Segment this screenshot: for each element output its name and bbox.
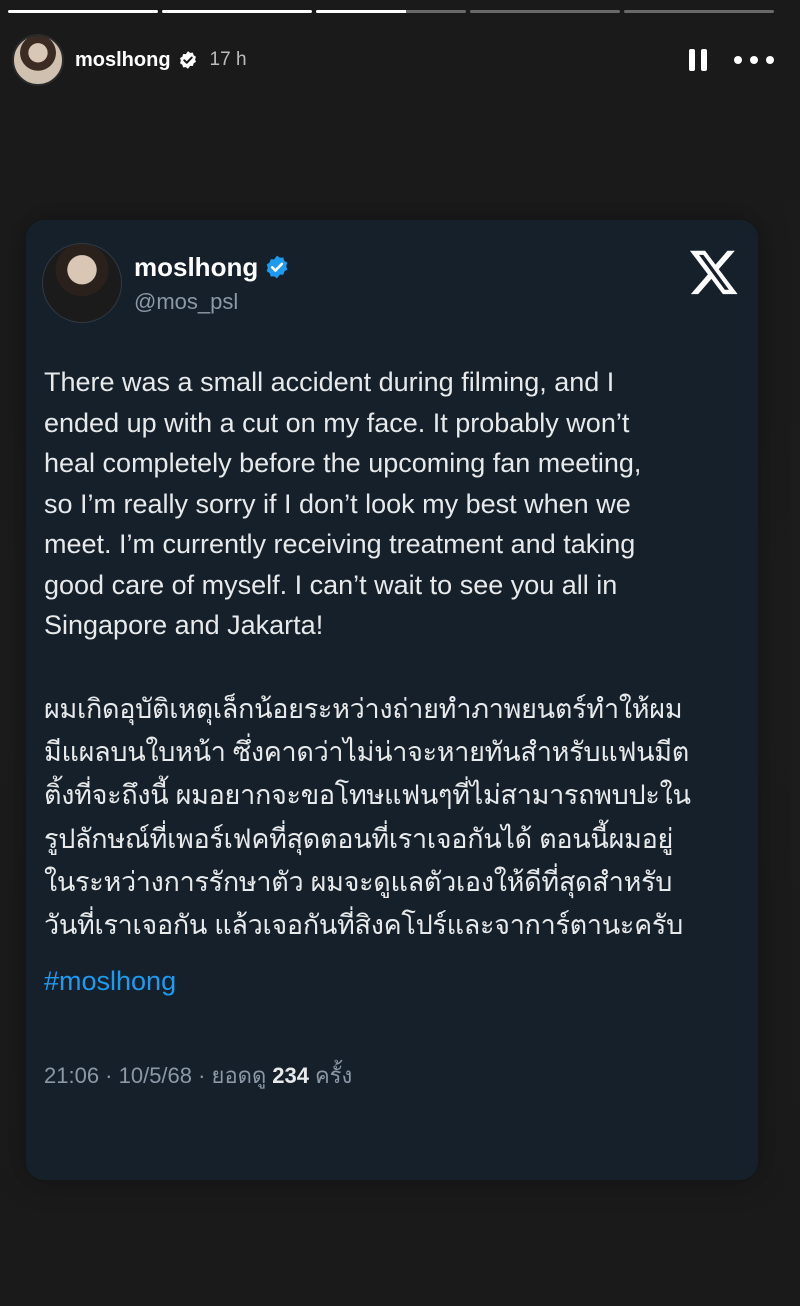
tweet-view-suffix: ครั้ง [314, 1063, 353, 1088]
x-logo-icon [689, 250, 738, 295]
tweet-meta: 21:06 · 10/5/68 · ยอดดู 234 ครั้ง [44, 1058, 352, 1093]
verified-badge-icon [266, 255, 288, 279]
tweet-text-english: There was a small accident during filmin… [44, 367, 642, 640]
tweet-card[interactable]: moslhong @mos_psl There was a small acci… [26, 220, 758, 1180]
pause-icon[interactable] [682, 44, 714, 76]
tweet-text-thai: ผมเกิดอุบัติเหตุเล็กน้อยระหว่างถ่ายทำภาพ… [44, 694, 691, 941]
story-progress [8, 10, 774, 13]
tweet-hashtag[interactable]: #moslhong [44, 966, 176, 997]
tweet-author: moslhong @mos_psl [134, 252, 290, 315]
tweet-timestamp: 21:06 · 10/5/68 · ยอดดู [44, 1063, 267, 1088]
story-username[interactable]: moslhong [75, 49, 171, 72]
tweet-handle[interactable]: @mos_psl [134, 289, 290, 315]
progress-segment [316, 10, 466, 13]
tweet-view-count: 234 [272, 1063, 309, 1088]
tweet-display-name[interactable]: moslhong [134, 252, 258, 283]
tweet-avatar[interactable] [42, 243, 122, 323]
progress-segment [8, 10, 158, 13]
story-header: moslhong 17 h [12, 32, 774, 88]
story-avatar[interactable] [12, 34, 64, 86]
verified-badge-icon [179, 51, 196, 69]
more-icon[interactable] [734, 44, 774, 76]
story-time: 17 h [209, 49, 247, 70]
tweet-header: moslhong @mos_psl [42, 242, 742, 324]
story-viewer: moslhong 17 h moslhong @mos_psl There wa… [0, 0, 800, 1306]
progress-segment [470, 10, 620, 13]
progress-segment [162, 10, 312, 13]
progress-segment [624, 10, 774, 13]
